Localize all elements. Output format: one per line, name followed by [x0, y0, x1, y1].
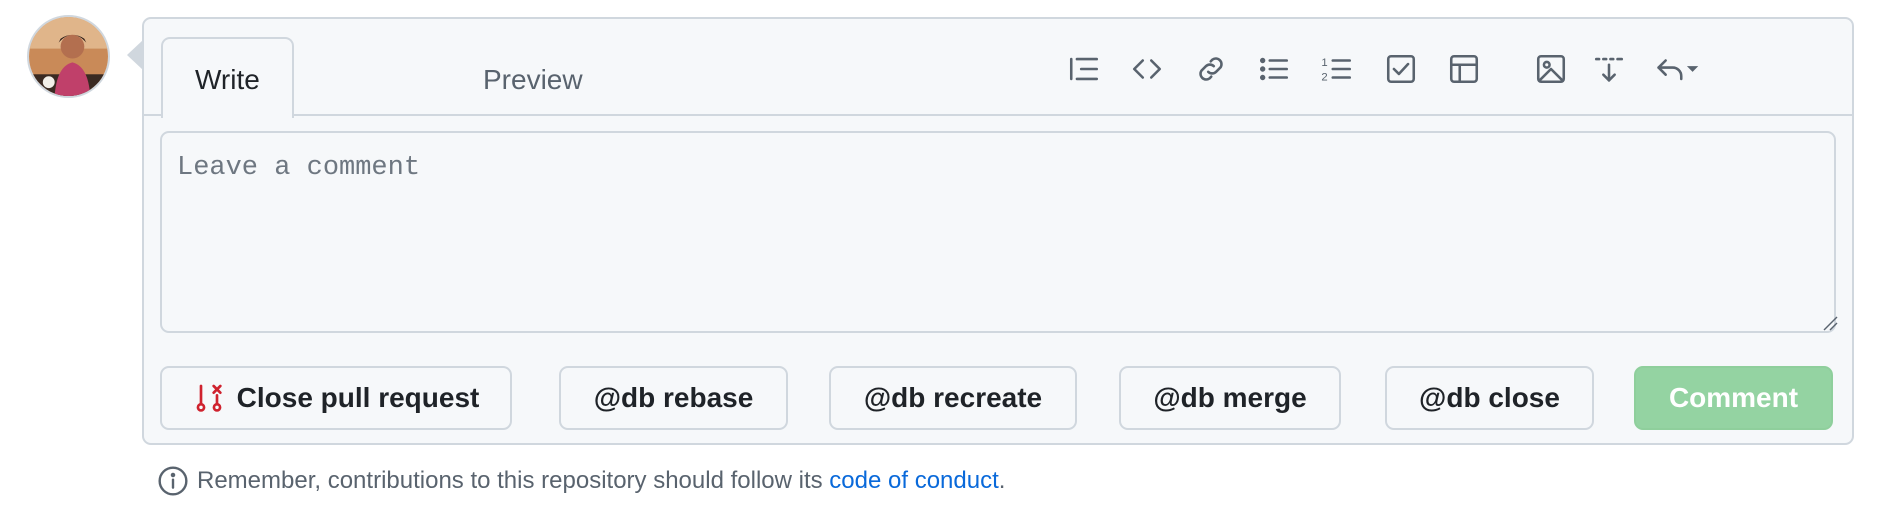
info-icon [158, 466, 188, 496]
note-text: Remember, contributions to this reposito… [197, 467, 823, 494]
avatar-image [29, 17, 108, 96]
avatar[interactable] [27, 15, 110, 98]
reply-icon[interactable] [1649, 49, 1705, 89]
link-icon[interactable] [1191, 49, 1231, 89]
svg-text:1: 1 [1321, 57, 1327, 69]
db-close-button[interactable]: @db close [1385, 366, 1594, 430]
comment-form: Write Preview 1 2 Leave a comment Close … [142, 17, 1854, 445]
code-of-conduct-note: Remember, contributions to this reposito… [157, 462, 1005, 500]
tab-preview[interactable]: Preview [449, 37, 617, 118]
close-pull-request-button[interactable]: Close pull request [160, 366, 512, 430]
git-pull-request-closed-icon [196, 384, 222, 412]
task-list-icon[interactable] [1381, 49, 1421, 89]
comment-button[interactable]: Comment [1634, 366, 1833, 430]
insert-icon[interactable] [1589, 49, 1629, 89]
heading-icon[interactable] [1064, 49, 1104, 89]
note-period: . [998, 467, 1006, 494]
code-of-conduct-link[interactable]: code of conduct [829, 467, 998, 495]
bulleted-list-icon[interactable] [1254, 49, 1294, 89]
editor-tabbar: Write Preview 1 2 [144, 19, 1852, 118]
comment-caret [127, 40, 143, 70]
db-rebase-button[interactable]: @db rebase [559, 366, 788, 430]
svg-text:2: 2 [1321, 71, 1327, 83]
close-pull-request-label: Close pull request [236, 382, 480, 413]
db-merge-button[interactable]: @db merge [1119, 366, 1341, 430]
image-icon[interactable] [1531, 49, 1571, 89]
code-icon[interactable] [1127, 49, 1167, 89]
comment-textarea[interactable] [160, 131, 1836, 333]
db-recreate-button[interactable]: @db recreate [829, 366, 1077, 430]
numbered-list-icon[interactable]: 1 2 [1317, 49, 1357, 89]
resize-handle[interactable] [1822, 315, 1838, 331]
table-icon[interactable] [1444, 49, 1484, 89]
tab-write[interactable]: Write [161, 37, 294, 118]
